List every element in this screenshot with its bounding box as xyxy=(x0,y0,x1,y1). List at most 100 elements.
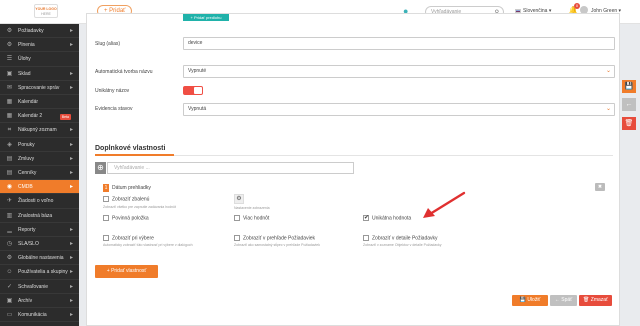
checkbox-box[interactable] xyxy=(234,214,240,221)
floating-save-icon[interactable]: 💾 xyxy=(622,80,636,93)
required-checkbox[interactable]: Povinná položka xyxy=(103,214,149,221)
company-logo[interactable]: YOUR LOGO HERE xyxy=(34,4,58,18)
checkbox-box[interactable] xyxy=(234,234,240,241)
slug-input[interactable]: device xyxy=(183,37,615,50)
unique-value-checkbox[interactable]: Unikátna hodnota xyxy=(363,214,412,222)
checkbox-box[interactable] xyxy=(103,195,109,202)
help-text: Nastavenie zobrazenia xyxy=(234,206,270,210)
checkbox-box[interactable] xyxy=(103,234,109,241)
sidebar-item-label: Globálne nastavenia xyxy=(18,255,64,262)
chevron-right-icon: ▸ xyxy=(69,226,73,233)
settings-icon: ⚙ xyxy=(6,255,13,262)
property-search-input[interactable]: Vyhľadávanie ... xyxy=(107,162,354,174)
show-in-overview-checkbox[interactable]: Zobraziť v prehľade Požiadaviek xyxy=(234,234,315,242)
checkbox-box[interactable] xyxy=(103,214,109,221)
sidebar-item-label: Požiadavky xyxy=(18,28,44,34)
sidebar-item-11[interactable]: ◉ CMDB ▸ xyxy=(0,180,79,195)
sidebar-item-2[interactable]: ☰ Úlohy xyxy=(0,52,79,67)
sidebar-item-8[interactable]: ◈ Ponuky ▸ xyxy=(0,138,79,152)
notification-badge: 0 xyxy=(574,3,580,9)
auto-name-select[interactable]: Vypnuté ⌄ xyxy=(183,65,615,78)
chevron-right-icon: ▸ xyxy=(69,127,73,134)
checkbox-label: Zobraziť v detaile Požiadavky xyxy=(372,235,438,242)
checkbox-box[interactable] xyxy=(363,214,369,221)
back-button[interactable]: ← Späť xyxy=(550,295,577,306)
chevron-right-icon: ▸ xyxy=(69,241,73,247)
sidebar-item-label: Používatelia a skupiny xyxy=(18,269,68,276)
back-label: Späť xyxy=(561,297,573,303)
sidebar-item-14[interactable]: ▁ Reporty ▸ xyxy=(0,223,79,237)
sidebar-item-5[interactable]: ▦ Kalendár xyxy=(0,95,79,110)
sidebar-item-label: Znalostná báza xyxy=(18,212,53,219)
property-name: Dátum prehliadky xyxy=(112,185,151,191)
sidebar-item-label: Komunikácia xyxy=(18,312,47,318)
help-text: Zobraziť ako samostatný stĺpec v prehľad… xyxy=(234,243,320,247)
add-property-button[interactable]: + Pridať vlastnosť xyxy=(95,265,158,278)
gear-icon: ⚙ xyxy=(6,28,13,34)
floating-back-icon[interactable]: ← xyxy=(622,98,636,111)
floating-delete-icon[interactable]: 🗑 xyxy=(622,117,636,130)
add-template-button[interactable]: + Pridať predlohu xyxy=(183,14,229,21)
sidebar-item-label: Úlohy xyxy=(18,56,31,63)
box-icon: ▣ xyxy=(6,70,13,77)
sidebar-item-17[interactable]: ☺ Používatelia a skupiny ▸ xyxy=(0,265,79,280)
unique-name-toggle[interactable] xyxy=(183,86,203,95)
delete-label: Zmazať xyxy=(590,297,608,303)
sidebar-item-19[interactable]: ▣ Archív ▸ xyxy=(0,294,79,308)
chevron-right-icon: ▸ xyxy=(69,155,73,162)
state-value: Vypnutá xyxy=(188,106,207,112)
sidebar-item-20[interactable]: ▭ Komunikácia ▸ xyxy=(0,308,79,323)
sidebar-item-label: Nákupný zoznam xyxy=(18,127,57,134)
sidebar-item-label: Schvaľovanie xyxy=(18,283,49,290)
pricelist-icon: ▤ xyxy=(6,170,13,176)
chevron-right-icon: ▸ xyxy=(69,141,73,148)
calendar-icon: ▦ xyxy=(6,113,13,120)
trash-icon[interactable]: ✖ xyxy=(595,183,605,191)
sidebar-item-label: Ponuky xyxy=(18,141,35,148)
checkbox-label: Zobraziť v prehľade Požiadaviek xyxy=(243,235,315,242)
sidebar-item-18[interactable]: ✓ Schvaľovanie ▸ xyxy=(0,280,79,294)
sidebar-item-15[interactable]: ◷ SLA/SLO ▸ xyxy=(0,237,79,252)
gear-icon[interactable]: ⚙ xyxy=(234,194,244,204)
sidebar-item-12[interactable]: ✈ Žiadosti o voľno xyxy=(0,194,79,209)
checkbox-box[interactable] xyxy=(363,234,369,241)
chevron-right-icon: ▸ xyxy=(69,84,73,91)
sidebar-item-10[interactable]: ▤ Cenníky ▸ xyxy=(0,166,79,181)
sidebar-item-0[interactable]: ⚙ Požiadavky ▸ xyxy=(0,24,79,39)
auto-name-value: Vypnuté xyxy=(188,68,207,74)
sidebar-item-label: Archív xyxy=(18,297,33,304)
expand-all-button[interactable]: ⊕ xyxy=(95,162,106,174)
sidebar-item-label: CMDB xyxy=(18,184,33,191)
logo-subtext: HERE xyxy=(41,12,51,16)
cogs-icon: ⚙ xyxy=(6,42,13,49)
show-in-select-checkbox[interactable]: Zobraziť pri výbere xyxy=(103,234,154,241)
auto-name-label: Automatická tvorba názvu xyxy=(95,69,153,75)
sidebar-item-4[interactable]: ✉ Spracovanie správ ▸ xyxy=(0,81,79,95)
state-label: Evidencia stavov xyxy=(95,106,133,112)
property-panel: 1 Dátum prehliadky ✖ Zobraziť zbalenú Zo… xyxy=(95,180,613,257)
multi-value-checkbox[interactable]: Viac hodnôt xyxy=(234,214,269,221)
sidebar-item-16[interactable]: ⚙ Globálne nastavenia ▸ xyxy=(0,251,79,266)
clock-icon: ◷ xyxy=(6,241,13,247)
save-button[interactable]: 💾 Uložiť xyxy=(512,295,548,306)
slug-label: Slug (alias) xyxy=(95,41,121,47)
help-text: Zobraziť v zozname Objektov v detaile Po… xyxy=(363,243,442,247)
plane-icon: ✈ xyxy=(6,198,13,205)
show-collapsed-checkbox[interactable]: Zobraziť zbalenú xyxy=(103,195,149,202)
sidebar-item-3[interactable]: ▣ Sklad ▸ xyxy=(0,67,79,81)
chevron-right-icon: ▸ xyxy=(69,184,73,191)
show-in-detail-checkbox[interactable]: Zobraziť v detaile Požiadavky xyxy=(363,234,438,242)
sidebar-item-label: Cenníky xyxy=(18,170,37,176)
save-label: Uložiť xyxy=(527,297,541,303)
sidebar-item-label: SLA/SLO xyxy=(18,241,39,247)
sidebar-item-7[interactable]: ⌗ Nákupný zoznam ▸ xyxy=(0,123,79,138)
state-select[interactable]: Vypnutá ⌄ xyxy=(183,103,615,116)
sidebar: ⚙ Požiadavky ▸ ⚙ Plnenia ▸ ☰ Úlohy ▣ Sklad ▸ ✉ Sprac… xyxy=(0,24,79,326)
sidebar-item-13[interactable]: ▥ Znalostná báza xyxy=(0,209,79,223)
delete-button[interactable]: 🗑 Zmazať xyxy=(579,295,612,306)
sidebar-item-9[interactable]: ▤ Zmluvy ▸ xyxy=(0,152,79,166)
sidebar-item-label: Reporty xyxy=(18,226,36,233)
sidebar-item-6[interactable]: ▦ Kalendár 2 Beta xyxy=(0,109,79,124)
checkbox-label: Unikátna hodnota xyxy=(372,215,412,222)
sidebar-item-1[interactable]: ⚙ Plnenia ▸ xyxy=(0,38,79,53)
